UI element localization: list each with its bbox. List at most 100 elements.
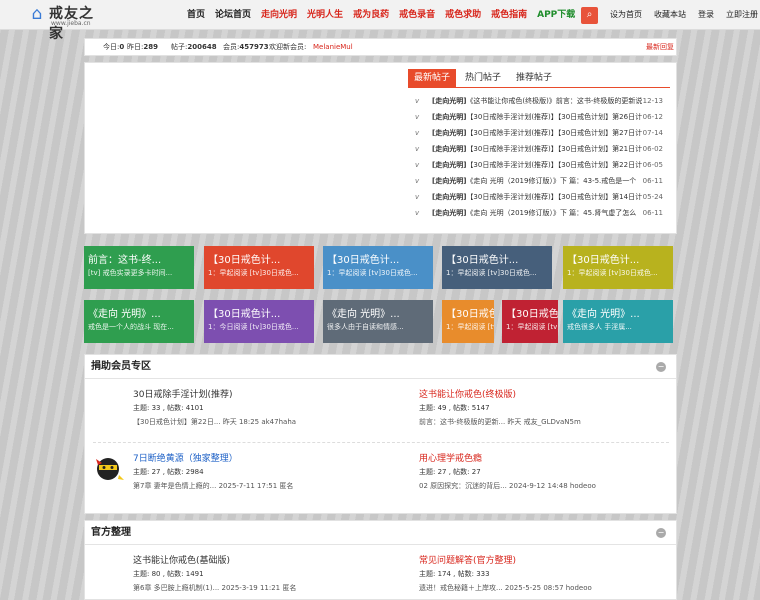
- feed-tabs: 最新帖子 热门帖子 推荐帖子: [408, 69, 561, 87]
- forum-title[interactable]: 这书能让你戒色(终极版): [419, 387, 516, 400]
- tile-card[interactable]: 【30日戒色计... 1：早起阅读 [tv]30日戒色...: [204, 246, 314, 289]
- feed-tab[interactable]: 热门帖子: [459, 69, 507, 87]
- main-nav: 首页 论坛首页 走向光明 光明人生 戒为良药 戒色录音 戒色求助 戒色指南 APP下载: [182, 0, 580, 30]
- forum-last-post[interactable]: 遗进！戒色秘籍＋上岸攻... 2025-5-25 08:57 hodeoo: [419, 583, 592, 593]
- tile-card[interactable]: 【30日戒色计... 1：早起阅读 [tv]30日戒色...: [323, 246, 433, 289]
- tile-card[interactable]: 前言：这书-终... [tv] 戒色实录更多卡时间...: [84, 246, 194, 289]
- forum-title[interactable]: 常见问题解答(官方整理): [419, 553, 516, 566]
- forum-last-post[interactable]: 前言：这书-终极版的更新... 昨天 戒友_GLDvaN5m: [419, 417, 581, 427]
- collapse-icon[interactable]: −: [656, 362, 666, 372]
- post-title[interactable]: [走向光明]【30日戒除手淫计划(推荐)】【30日戒色计划】第21日计划-心理的…: [432, 141, 642, 157]
- stat-today-value: 0: [119, 43, 125, 51]
- forum-counts: 主题: 80 , 帖数: 1491: [133, 570, 204, 578]
- tile-card[interactable]: 【30日戒色计... 1：早起阅读 [tv]30日戒色...: [442, 300, 494, 343]
- tile-title: 《走向 光明》...: [327, 309, 400, 320]
- tile-card[interactable]: 【30日戒色计... 1：今日阅读 [tv]30日戒色...: [204, 300, 314, 343]
- forum-last-post[interactable]: 【30日戒色计划】第22日... 昨天 18:25 ak47haha: [133, 417, 296, 427]
- tile-title: 【30日戒色计...: [567, 255, 640, 266]
- tile-subtitle: 戒色是一个人的战斗 现在...: [88, 323, 174, 331]
- section-title: 官方整理: [91, 527, 131, 538]
- tile-card[interactable]: 【30日戒色计... 1：早起阅读 [tv]30日戒色...: [563, 246, 673, 289]
- official-section: 官方整理 − 这书能让你戒色(基础版) 主题: 80 , 帖数: 1491 第6章 …: [84, 520, 677, 600]
- post-date: 06-11: [642, 209, 663, 217]
- search-icon[interactable]: ⌕: [581, 7, 598, 24]
- post-row[interactable]: ⅴ [走向光明]【30日戒除手淫计划(推荐)】【30日戒色计划】第22日计划-最大…: [415, 157, 673, 173]
- post-title-text: 【30日戒除手淫计划(推荐)】【30日戒色计划】第27日计划-不再怀疑: [466, 129, 642, 137]
- forum-counts: 主题: 174 , 帖数: 333: [419, 570, 490, 578]
- post-list: ⅴ[走向光明]《这书能让你戒色(终极版)》前言：这书-终极版的更新说明/录音12…: [415, 93, 673, 221]
- top-link[interactable]: 设为首页: [604, 0, 648, 30]
- stat-yesterday: 昨日:289: [127, 39, 158, 55]
- slideshow-area[interactable]: [89, 67, 404, 229]
- forum-cell[interactable]: 用心理学戒色瘾 主题: 27 , 帖数: 27 02 原因探究：沉迷的背后... 2…: [373, 451, 655, 501]
- post-title-text: 《走向 光明（2019修订版）》下 篇：45.肾气虚了怎么: [466, 209, 637, 217]
- forum-title[interactable]: 这书能让你戒色(基础版): [133, 553, 230, 566]
- forum-title[interactable]: 30日戒除手淫计划(推荐): [133, 387, 232, 400]
- forum-last-post[interactable]: 第7章 妻年是色情上瘾的... 2025-7-11 17:51 匿名: [133, 481, 293, 491]
- row-divider: [93, 442, 669, 443]
- nav-item[interactable]: 戒色求助: [440, 0, 486, 30]
- latest-reply-link[interactable]: 最新回复: [646, 39, 674, 55]
- nav-item[interactable]: 首页: [182, 0, 210, 30]
- post-row[interactable]: ⅴ [走向光明]【30日戒除手淫计划(推荐)】【30日戒色计划】第21日计划-心理…: [415, 141, 673, 157]
- nav-item[interactable]: 光明人生: [302, 0, 348, 30]
- tile-subtitle: 1：早起阅读 [tv]30日戒色...: [208, 269, 299, 277]
- stat-posts: 帖子:200648: [171, 39, 217, 55]
- stat-yesterday-value: 289: [143, 43, 158, 51]
- welcome-text: 欢迎新会员:: [269, 43, 307, 51]
- forum-last-post[interactable]: 第6章 多巴胺上瘾机制(1)... 2025-3-19 11:21 匿名: [133, 583, 296, 593]
- nav-item[interactable]: 戒色指南: [486, 0, 532, 30]
- post-tag: [走向光明]: [432, 129, 467, 137]
- post-row[interactable]: ⅴ [走向光明]《走向 光明（2019修订版）》下 篇：45.肾气虚了怎么 06-1…: [415, 205, 673, 221]
- forum-title[interactable]: 用心理学戒色瘾: [419, 451, 482, 464]
- top-link[interactable]: 立即注册: [720, 0, 760, 30]
- post-title[interactable]: [走向光明]【30日戒除手淫计划(推荐)】【30日戒色计划】第22日计划-最大的…: [432, 157, 642, 173]
- post-title-text: 【30日戒除手淫计划(推荐)】【30日戒色计划】第22日计划-最大的阻: [466, 161, 642, 169]
- nav-item[interactable]: APP下载: [532, 0, 580, 30]
- post-row[interactable]: ⅴ [走向光明]《走向 光明（2019修订版）》下 篇：43-5.戒色是一个 06-…: [415, 173, 673, 189]
- forum-cell[interactable]: 这书能让你戒色(基础版) 主题: 80 , 帖数: 1491 第6章 多巴胺上瘾机制…: [87, 553, 369, 600]
- collapse-icon[interactable]: −: [656, 528, 666, 538]
- post-title[interactable]: [走向光明]《走向 光明（2019修订版）》下 篇：43-5.戒色是一个: [432, 173, 642, 189]
- forum-title[interactable]: 7日断绝黄源（独家整理）: [133, 451, 238, 464]
- site-logo[interactable]: ⌂ 戒友之家 www.jieba.cn: [26, 3, 108, 42]
- top-link[interactable]: 收藏本站: [648, 0, 692, 30]
- nav-item[interactable]: 戒色录音: [394, 0, 440, 30]
- stat-members: 会员:457973: [223, 39, 269, 55]
- newest-member-link[interactable]: MelanieMul: [313, 39, 353, 55]
- post-row[interactable]: ⅴ [走向光明]【30日戒除手淫计划(推荐)】【30日戒色计划】第26日计划-最后…: [415, 109, 673, 125]
- tile-card[interactable]: 《走向 光明》... 很多人由于自读和情感...: [323, 300, 433, 343]
- top-link[interactable]: 登录: [692, 0, 720, 30]
- stat-members-value: 457973: [239, 43, 269, 51]
- post-title[interactable]: [走向光明]【30日戒除手淫计划(推荐)】【30日戒色计划】第27日计划-不再怀…: [432, 125, 642, 141]
- post-title-text: 《这书能让你戒色(终极版)》前言：这书-终极版的更新说明/录音: [466, 97, 642, 105]
- post-title[interactable]: [走向光明]《走向 光明（2019修订版）》下 篇：45.肾气虚了怎么: [432, 205, 642, 221]
- nav-item[interactable]: 论坛首页: [210, 0, 256, 30]
- nav-item[interactable]: 戒为良药: [348, 0, 394, 30]
- forum-cell[interactable]: 常见问题解答(官方整理) 主题: 174 , 帖数: 333 遗进！戒色秘籍＋上岸攻…: [373, 553, 655, 600]
- post-title[interactable]: [走向光明]【30日戒除手淫计划(推荐)】【30日戒色计划】第14日计划-必要的…: [432, 189, 642, 205]
- tile-subtitle: 1：早起阅读 [tv]30日戒色...: [567, 269, 658, 277]
- post-row[interactable]: ⅴ [走向光明]《这书能让你戒色(终极版)》前言：这书-终极版的更新说明/录音12…: [415, 93, 673, 109]
- feed-tab[interactable]: 推荐帖子: [510, 69, 558, 87]
- tile-title: 【30日戒色计...: [208, 255, 281, 266]
- tile-card[interactable]: 《走向 光明》... 戒色是一个人的战斗 现在...: [84, 300, 194, 343]
- post-title[interactable]: [走向光明]《这书能让你戒色(终极版)》前言：这书-终极版的更新说明/录音: [432, 93, 642, 109]
- post-row[interactable]: ⅴ [走向光明]【30日戒除手淫计划(推荐)】【30日戒色计划】第27日计划-不再…: [415, 125, 673, 141]
- post-icon: ⅴ: [415, 113, 420, 121]
- forum-last-post[interactable]: 02 原因探究：沉迷的背后... 2024-9-12 14:48 hodeoo: [419, 481, 596, 491]
- tile-card[interactable]: 《走向 光明》... 戒色很多人 手淫属...: [563, 300, 673, 343]
- tile-card[interactable]: 【30日戒色计... 1：早起阅读 [tv]30日戒色...: [502, 300, 558, 343]
- forum-cell[interactable]: 30日戒除手淫计划(推荐) 主题: 33 , 帖数: 4101 【30日戒色计划】第…: [87, 387, 369, 437]
- forum-cell[interactable]: 这书能让你戒色(终极版) 主题: 49 , 帖数: 5147 前言：这书-终极版的更…: [373, 387, 655, 437]
- nav-item[interactable]: 走向光明: [256, 0, 302, 30]
- post-row[interactable]: ⅴ [走向光明]【30日戒除手淫计划(推荐)】【30日戒色计划】第14日计划-必要…: [415, 189, 673, 205]
- post-date: 06-11: [642, 177, 663, 185]
- post-title[interactable]: [走向光明]【30日戒除手淫计划(推荐)】【30日戒色计划】第26日计划-最后的…: [432, 109, 642, 125]
- forum-counts: 主题: 33 , 帖数: 4101: [133, 404, 204, 412]
- forum-cell[interactable]: 7日断绝黄源（独家整理） 主题: 27 , 帖数: 2984 第7章 妻年是色情上瘾…: [87, 451, 369, 501]
- post-tag: [走向光明]: [432, 161, 467, 169]
- tile-title: 前言：这书-终...: [88, 255, 162, 266]
- feed-tab[interactable]: 最新帖子: [408, 69, 457, 87]
- tile-card[interactable]: 【30日戒色计... 1：早起阅读 [tv]30日戒色...: [442, 246, 552, 289]
